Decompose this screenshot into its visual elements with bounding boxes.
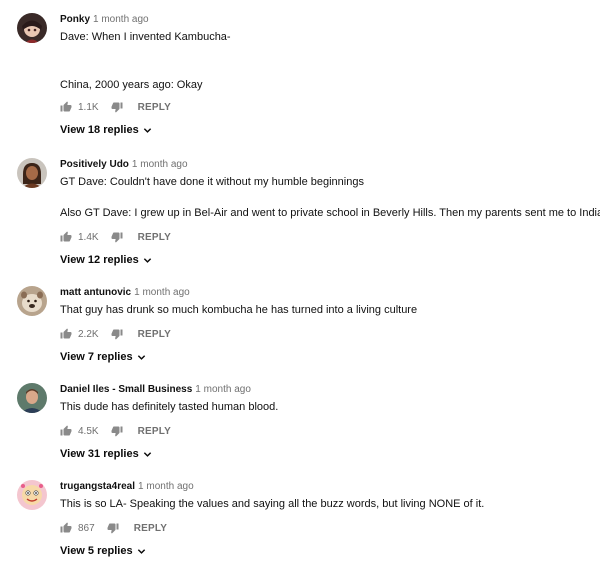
- comment-time[interactable]: 1 month ago: [132, 159, 188, 170]
- chevron-down-icon: [137, 353, 146, 362]
- view-replies-label: View 18 replies: [60, 124, 139, 136]
- view-replies-button[interactable]: View 5 replies: [60, 545, 146, 557]
- comment-line: That guy has drunk so much kombucha he h…: [60, 304, 418, 316]
- anime-character-avatar-icon: [17, 13, 47, 43]
- comment-author[interactable]: Ponky: [60, 14, 90, 25]
- comment-actions: 2.2K REPLY: [60, 326, 600, 342]
- reply-button[interactable]: REPLY: [138, 426, 171, 437]
- reply-button[interactable]: REPLY: [138, 102, 171, 113]
- view-replies-button[interactable]: View 18 replies: [60, 124, 152, 136]
- comment-body: trugangsta4real 1 month ago This is so LA…: [60, 480, 600, 559]
- comment-actions: 4.5K REPLY: [60, 423, 600, 439]
- comment-text: This is so LA- Speaking the values and s…: [60, 497, 600, 512]
- comment-header: trugangsta4real 1 month ago: [60, 480, 600, 493]
- comment-body: Positively Udo 1 month ago GT Dave: Could…: [60, 158, 600, 268]
- thumbs-up-icon[interactable]: [60, 328, 72, 340]
- comment-line: GT Dave: Couldn't have done it without m…: [60, 176, 364, 188]
- thumbs-up-icon[interactable]: [60, 522, 72, 534]
- comment-actions: 867 REPLY: [60, 520, 600, 536]
- like-count: 1.1K: [78, 101, 99, 113]
- woman-portrait-avatar-icon: [17, 158, 47, 188]
- comment-line: This dude has definitely tasted human bl…: [60, 401, 279, 413]
- avatar[interactable]: [17, 383, 47, 413]
- view-replies-label: View 31 replies: [60, 448, 139, 460]
- comment-text: This dude has definitely tasted human bl…: [60, 400, 600, 415]
- thumbs-up-icon[interactable]: [60, 101, 72, 113]
- bulldog-avatar-icon: [17, 286, 47, 316]
- view-replies-button[interactable]: View 12 replies: [60, 254, 152, 266]
- comment-line: China, 2000 years ago: Okay: [60, 79, 203, 91]
- like-count: 4.5K: [78, 425, 99, 437]
- thumbs-down-icon[interactable]: [111, 101, 123, 113]
- comment-header: Positively Udo 1 month ago: [60, 158, 600, 171]
- thumbs-up-icon[interactable]: [60, 231, 72, 243]
- avatar[interactable]: [17, 158, 47, 188]
- comment-header: Daniel Iles - Small Business 1 month ago: [60, 383, 600, 396]
- thumbs-down-icon[interactable]: [107, 522, 119, 534]
- thumbs-down-icon[interactable]: [111, 231, 123, 243]
- avatar[interactable]: [17, 286, 47, 316]
- thumbs-up-icon[interactable]: [60, 425, 72, 437]
- comment-body: matt antunovic 1 month ago That guy has d…: [60, 286, 600, 365]
- reply-button[interactable]: REPLY: [134, 523, 167, 534]
- reply-button[interactable]: REPLY: [138, 329, 171, 340]
- comment-author[interactable]: Daniel Iles - Small Business: [60, 384, 192, 395]
- comment-actions: 1.1K REPLY: [60, 99, 600, 115]
- comment-body: Daniel Iles - Small Business 1 month ago …: [60, 383, 600, 462]
- view-replies-button[interactable]: View 31 replies: [60, 448, 152, 460]
- comment-text: Dave: When I invented Kambucha- China, 2…: [60, 30, 600, 93]
- comment-line: This is so LA- Speaking the values and s…: [60, 498, 485, 510]
- reply-button[interactable]: REPLY: [138, 232, 171, 243]
- cartoon-face-avatar-icon: [17, 480, 47, 510]
- comment-header: Ponky 1 month ago: [60, 13, 600, 26]
- comment-author[interactable]: Positively Udo: [60, 159, 129, 170]
- comment-text: GT Dave: Couldn't have done it without m…: [60, 175, 600, 221]
- comment-author[interactable]: trugangsta4real: [60, 481, 135, 492]
- avatar[interactable]: [17, 480, 47, 510]
- like-count: 867: [78, 522, 95, 534]
- chevron-down-icon: [143, 126, 152, 135]
- comment-time[interactable]: 1 month ago: [93, 14, 149, 25]
- comment-time[interactable]: 1 month ago: [134, 287, 190, 298]
- view-replies-button[interactable]: View 7 replies: [60, 351, 146, 363]
- view-replies-label: View 7 replies: [60, 351, 133, 363]
- view-replies-label: View 5 replies: [60, 545, 133, 557]
- comment-time[interactable]: 1 month ago: [195, 384, 251, 395]
- comment-author[interactable]: matt antunovic: [60, 287, 131, 298]
- like-count: 1.4K: [78, 231, 99, 243]
- comment-line: [60, 45, 600, 78]
- comment-line: Also GT Dave: I grew up in Bel-Air and w…: [60, 207, 600, 219]
- like-count: 2.2K: [78, 328, 99, 340]
- chevron-down-icon: [143, 256, 152, 265]
- comment-line: Dave: When I invented Kambucha-: [60, 31, 231, 43]
- man-portrait-avatar-icon: [17, 383, 47, 413]
- comment-time[interactable]: 1 month ago: [138, 481, 194, 492]
- chevron-down-icon: [137, 547, 146, 556]
- chevron-down-icon: [143, 450, 152, 459]
- comment-body: Ponky 1 month ago Dave: When I invented K…: [60, 13, 600, 138]
- comment-header: matt antunovic 1 month ago: [60, 286, 600, 299]
- thumbs-down-icon[interactable]: [111, 425, 123, 437]
- comment-line: [60, 190, 600, 206]
- view-replies-label: View 12 replies: [60, 254, 139, 266]
- comment-actions: 1.4K REPLY: [60, 229, 600, 245]
- comment-text: That guy has drunk so much kombucha he h…: [60, 303, 600, 318]
- avatar[interactable]: [17, 13, 47, 43]
- thumbs-down-icon[interactable]: [111, 328, 123, 340]
